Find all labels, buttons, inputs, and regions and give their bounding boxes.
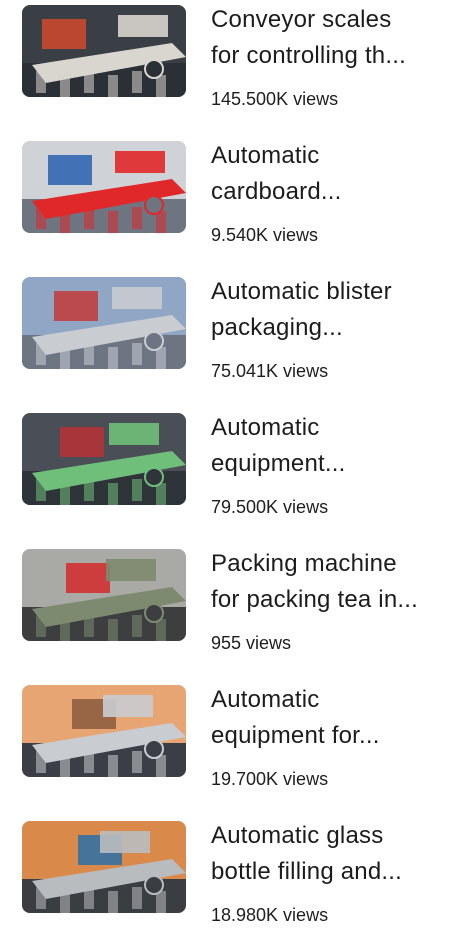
tea-packing-machine-thumbnail[interactable] <box>22 549 186 641</box>
conveyor-scales-thumbnail[interactable] <box>22 5 186 97</box>
video-title-line: Conveyor scales <box>211 6 392 33</box>
video-title[interactable]: Packing machine for packing tea in... <box>211 546 447 618</box>
view-count: 145.500K views <box>211 89 339 109</box>
video-title-line: cardboard... <box>211 178 342 205</box>
view-count: 75.041K views <box>211 361 329 381</box>
filling-equipment-thumbnail[interactable] <box>22 685 186 777</box>
video-title[interactable]: Automatic equipment for... <box>211 682 447 754</box>
video-title-line: Automatic blister <box>211 278 392 305</box>
video-title-line: Automatic <box>211 686 320 713</box>
video-title-line: equipment for... <box>211 722 380 749</box>
video-title-line: equipment... <box>211 450 346 477</box>
video-title-line: Automatic <box>211 142 320 169</box>
cardboard-machine-thumbnail[interactable] <box>22 141 186 233</box>
view-count: 79.500K views <box>211 497 329 517</box>
bottle-filling-thumbnail[interactable] <box>22 821 186 913</box>
video-title-line: Automatic glass <box>211 822 384 849</box>
packaging-equipment-thumbnail[interactable] <box>22 413 186 505</box>
video-title[interactable]: Automatic glass bottle filling and... <box>211 818 447 890</box>
view-count: 955 views <box>211 633 292 653</box>
video-title-line: bottle filling and... <box>211 858 402 885</box>
video-list-item[interactable]: Packing machine for packing tea in... 955 … <box>0 544 461 680</box>
video-title-line: Packing machine <box>211 550 397 577</box>
video-title[interactable]: Automatic equipment... <box>211 410 447 482</box>
video-title[interactable]: Conveyor scales for controlling th... <box>211 2 447 74</box>
video-list: Conveyor scales for controlling th... 145.… <box>0 0 461 925</box>
video-list-item[interactable]: Automatic equipment... 79.500K views <box>0 408 461 544</box>
video-list-item[interactable]: Conveyor scales for controlling th... 145.… <box>0 0 461 136</box>
video-list-item[interactable]: Automatic equipment for... 19.700K views <box>0 680 461 816</box>
video-title[interactable]: Automatic blister packaging... <box>211 274 447 346</box>
video-list-item[interactable]: Automatic cardboard... 9.540K views <box>0 136 461 272</box>
blister-packaging-thumbnail[interactable] <box>22 277 186 369</box>
video-list-item[interactable]: Automatic blister packaging... 75.041K vie… <box>0 272 461 408</box>
view-count: 19.700K views <box>211 769 329 789</box>
video-title-line: for packing tea in... <box>211 586 418 613</box>
video-title-line: Automatic <box>211 414 320 441</box>
video-title-line: packaging... <box>211 314 343 341</box>
video-title[interactable]: Automatic cardboard... <box>211 138 447 210</box>
video-title-line: for controlling th... <box>211 42 406 69</box>
view-count: 9.540K views <box>211 225 319 245</box>
view-count: 18.980K views <box>211 905 329 925</box>
video-list-item[interactable]: Automatic glass bottle filling and... 18.9… <box>0 816 461 952</box>
